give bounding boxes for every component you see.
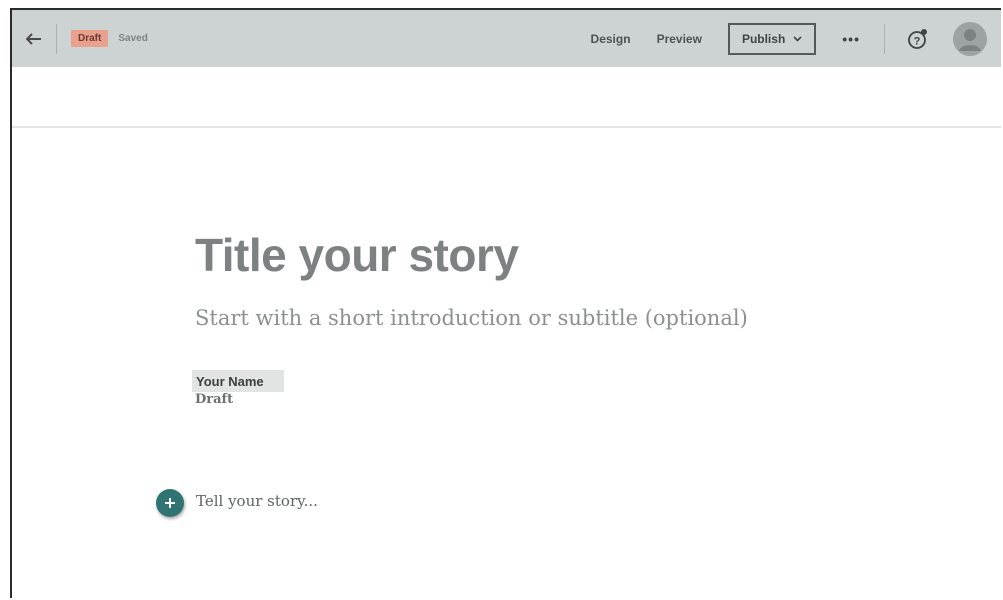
back-button[interactable] bbox=[12, 10, 56, 67]
story-title-input[interactable]: Title your story bbox=[195, 228, 519, 282]
story-body-input[interactable]: Tell your story... bbox=[196, 492, 318, 510]
svg-text:?: ? bbox=[914, 35, 921, 47]
publish-label: Publish bbox=[741, 31, 786, 46]
chevron-down-icon bbox=[793, 35, 802, 42]
toolbar-divider-2 bbox=[884, 23, 885, 54]
draft-badge: Draft bbox=[71, 30, 109, 47]
saved-status: Saved bbox=[118, 33, 148, 44]
more-options-button[interactable]: ••• bbox=[842, 31, 860, 47]
plus-icon bbox=[165, 498, 175, 508]
publish-button[interactable]: Publish bbox=[727, 22, 817, 55]
editor-window: Draft Saved Design Preview Publish ••• ? bbox=[10, 8, 1001, 598]
author-status: Draft bbox=[195, 392, 234, 407]
add-content-button[interactable] bbox=[156, 489, 184, 517]
author-name[interactable]: Your Name bbox=[192, 370, 284, 392]
help-button[interactable]: ? bbox=[907, 28, 929, 50]
header-divider bbox=[12, 126, 1001, 128]
design-button[interactable]: Design bbox=[591, 32, 631, 46]
top-toolbar: Draft Saved Design Preview Publish ••• ? bbox=[12, 10, 1001, 67]
help-icon: ? bbox=[908, 28, 927, 49]
user-avatar[interactable] bbox=[953, 21, 987, 56]
story-subtitle-input[interactable]: Start with a short introduction or subti… bbox=[195, 306, 748, 330]
preview-button[interactable]: Preview bbox=[657, 32, 702, 46]
user-avatar-icon bbox=[953, 21, 987, 56]
toolbar-divider bbox=[56, 23, 57, 54]
arrow-left-icon bbox=[26, 32, 41, 45]
